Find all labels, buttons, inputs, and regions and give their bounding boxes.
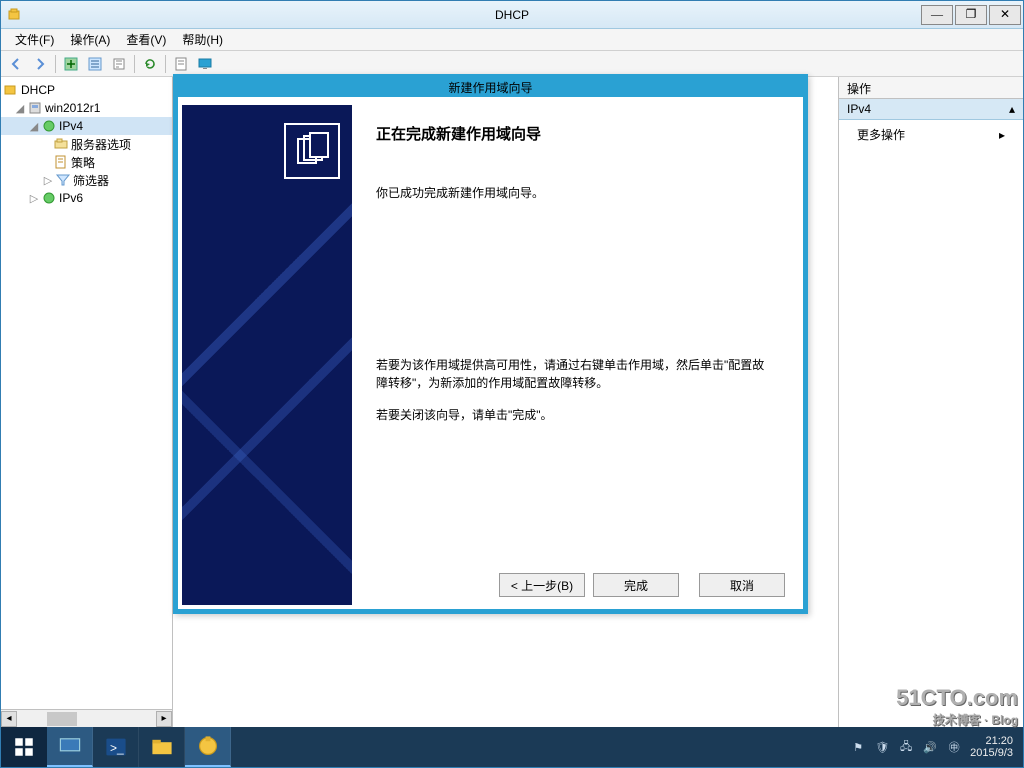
close-button[interactable]: ✕ xyxy=(989,5,1021,25)
tree[interactable]: DHCP ◢ win2012r1 ◢ IPv4 服务器选项 xyxy=(1,77,172,709)
body-area: DHCP ◢ win2012r1 ◢ IPv4 服务器选项 xyxy=(1,77,1023,727)
properties-button[interactable] xyxy=(170,53,192,75)
actions-header: 操作 xyxy=(839,77,1023,99)
dhcp-icon xyxy=(3,82,19,98)
menu-action[interactable]: 操作(A) xyxy=(62,29,118,50)
menu-view[interactable]: 查看(V) xyxy=(118,29,174,50)
menubar: 文件(F) 操作(A) 查看(V) 帮助(H) xyxy=(1,29,1023,51)
finish-button[interactable]: 完成 xyxy=(593,573,679,597)
export-button[interactable] xyxy=(108,53,130,75)
wizard-graphic-icon xyxy=(284,123,340,179)
actions-more[interactable]: 更多操作 ▸ xyxy=(839,120,1023,149)
wizard-text-1: 你已成功完成新建作用域向导。 xyxy=(376,184,775,202)
tree-ipv6[interactable]: ▷ IPv6 xyxy=(1,189,172,207)
expand-icon[interactable]: ▷ xyxy=(27,192,41,205)
date-label: 2015/9/3 xyxy=(970,747,1013,759)
shield-icon[interactable]: 🛡 xyxy=(874,739,890,755)
dialog-title[interactable]: 新建作用域向导 xyxy=(174,75,807,97)
server-icon xyxy=(27,100,43,116)
details-button[interactable] xyxy=(84,53,106,75)
chevron-right-icon: ▸ xyxy=(999,128,1005,142)
actions-item-label: 更多操作 xyxy=(857,126,905,143)
taskbar-powershell[interactable]: >_ xyxy=(93,727,139,767)
tree-label: 服务器选项 xyxy=(71,136,131,153)
center-pane: 新建作用域向导 正在完成新建作 xyxy=(173,77,838,727)
tree-label: 筛选器 xyxy=(73,172,109,189)
horizontal-scrollbar[interactable]: ◂ ▸ xyxy=(1,709,172,727)
sound-icon[interactable]: 🔊 xyxy=(922,739,938,755)
clock[interactable]: 21:20 2015/9/3 xyxy=(970,735,1013,759)
wizard-content: 正在完成新建作用域向导 你已成功完成新建作用域向导。 若要为该作用域提供高可用性… xyxy=(352,105,799,605)
system-tray[interactable]: ⚑ 🛡 🖧 🔊 ㊥ 21:20 2015/9/3 xyxy=(840,735,1023,759)
options-icon xyxy=(53,136,69,152)
expand-icon[interactable]: ▷ xyxy=(41,174,55,187)
tree-server-options[interactable]: 服务器选项 xyxy=(1,135,172,153)
back-button[interactable] xyxy=(5,53,27,75)
wizard-heading: 正在完成新建作用域向导 xyxy=(376,123,775,144)
scroll-track[interactable] xyxy=(17,712,156,726)
back-button[interactable]: < 上一步(B) xyxy=(499,573,585,597)
separator xyxy=(134,55,135,73)
time-label: 21:20 xyxy=(970,735,1013,747)
ipv6-icon xyxy=(41,190,57,206)
menu-file[interactable]: 文件(F) xyxy=(7,29,62,50)
scroll-thumb[interactable] xyxy=(47,712,77,726)
separator xyxy=(165,55,166,73)
cancel-button[interactable]: 取消 xyxy=(699,573,785,597)
flag-icon[interactable]: ⚑ xyxy=(850,739,866,755)
maximize-button[interactable]: ❐ xyxy=(955,5,987,25)
forward-button[interactable] xyxy=(29,53,51,75)
monitor-button[interactable] xyxy=(194,53,216,75)
ime-icon[interactable]: ㊥ xyxy=(946,739,962,755)
minimize-button[interactable]: — xyxy=(921,5,953,25)
actions-section-ipv4[interactable]: IPv4 ▴ xyxy=(839,99,1023,120)
menu-help[interactable]: 帮助(H) xyxy=(174,29,231,50)
window-title: DHCP xyxy=(495,8,529,22)
wizard-text-3: 若要关闭该向导，请单击"完成"。 xyxy=(376,406,775,424)
titlebar[interactable]: DHCP — ❐ ✕ xyxy=(1,1,1023,29)
tree-label: IPv6 xyxy=(59,191,83,205)
tree-label: win2012r1 xyxy=(45,101,100,115)
new-scope-wizard-dialog: 新建作用域向导 正在完成新建作 xyxy=(173,74,808,614)
app-icon xyxy=(7,7,23,23)
refresh-button[interactable] xyxy=(139,53,161,75)
tree-pane: DHCP ◢ win2012r1 ◢ IPv4 服务器选项 xyxy=(1,77,173,727)
tree-policies[interactable]: 策略 xyxy=(1,153,172,171)
scroll-left-icon[interactable]: ◂ xyxy=(1,711,17,727)
wizard-text-2: 若要为该作用域提供高可用性，请通过右键单击作用域，然后单击"配置故障转移"，为新… xyxy=(376,356,775,392)
tree-ipv4[interactable]: ◢ IPv4 xyxy=(1,117,172,135)
svg-text:>_: >_ xyxy=(110,741,124,755)
taskbar[interactable]: >_ ⚑ 🛡 🖧 🔊 ㊥ 21:20 2015/9/3 xyxy=(1,727,1023,767)
tree-label: DHCP xyxy=(21,83,55,97)
wizard-sidebar xyxy=(182,105,352,605)
tree-label: 策略 xyxy=(71,154,95,171)
collapse-icon[interactable]: ◢ xyxy=(27,120,41,133)
taskbar-explorer[interactable] xyxy=(139,727,185,767)
main-window: DHCP — ❐ ✕ 文件(F) 操作(A) 查看(V) 帮助(H) DH xyxy=(0,0,1024,768)
actions-section-label: IPv4 xyxy=(847,102,871,116)
start-button[interactable] xyxy=(1,727,47,767)
taskbar-dhcp[interactable] xyxy=(185,727,231,767)
tree-server[interactable]: ◢ win2012r1 xyxy=(1,99,172,117)
collapse-icon[interactable]: ◢ xyxy=(13,102,27,115)
network-icon[interactable]: 🖧 xyxy=(898,739,914,755)
add-button[interactable] xyxy=(60,53,82,75)
scroll-right-icon[interactable]: ▸ xyxy=(156,711,172,727)
tree-root[interactable]: DHCP xyxy=(1,81,172,99)
chevron-up-icon: ▴ xyxy=(1009,102,1015,116)
separator xyxy=(55,55,56,73)
filters-icon xyxy=(55,172,71,188)
tree-label: IPv4 xyxy=(59,119,83,133)
tree-filters[interactable]: ▷ 筛选器 xyxy=(1,171,172,189)
policies-icon xyxy=(53,154,69,170)
ipv4-icon xyxy=(41,118,57,134)
actions-pane: 操作 IPv4 ▴ 更多操作 ▸ xyxy=(838,77,1023,727)
taskbar-server-manager[interactable] xyxy=(47,727,93,767)
